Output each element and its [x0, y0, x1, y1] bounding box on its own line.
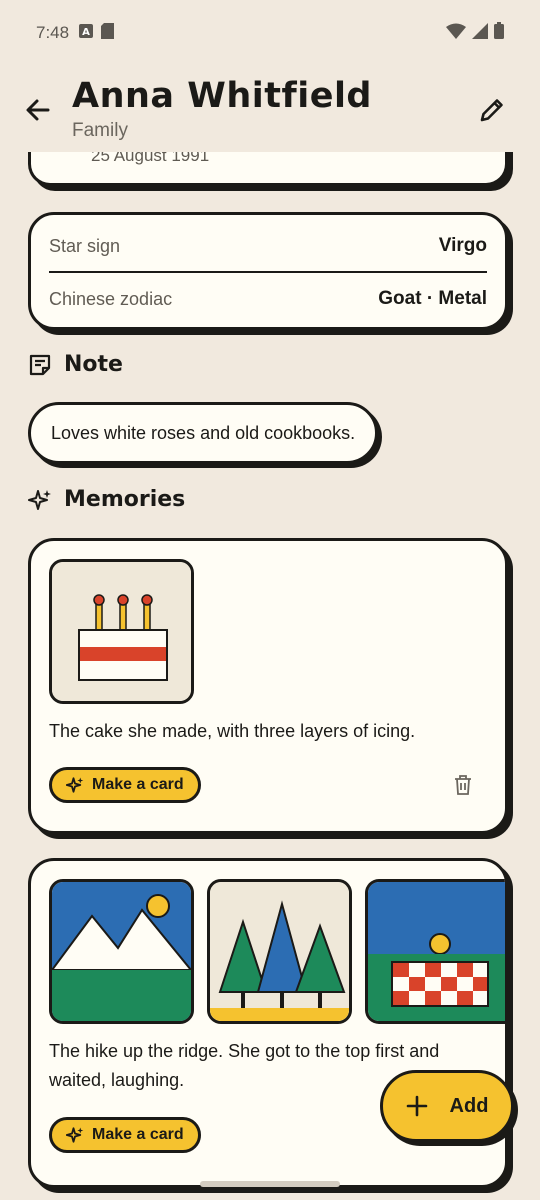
add-label: Add	[449, 1094, 489, 1117]
forest-illustration[interactable]	[207, 879, 352, 1024]
top-app-bar: Anna Whitfield Family	[0, 66, 540, 152]
memory-description: The cake she made, with three layers of …	[49, 721, 416, 741]
star-sign-label: Star sign	[49, 235, 121, 256]
chinese-zodiac-value: Goat · Metal	[378, 288, 487, 309]
sparkle-icon	[28, 489, 51, 510]
star-sign-row: Star sign Virgo	[49, 221, 487, 273]
relationship-label: Family	[72, 120, 128, 141]
make-card-button[interactable]: Make a card	[49, 1117, 201, 1153]
sd-card-icon	[101, 22, 115, 44]
memories-heading: Memories	[64, 487, 186, 512]
sparkle-icon	[66, 777, 84, 793]
add-memory-button[interactable]: Add	[380, 1070, 514, 1142]
trash-icon	[455, 775, 471, 795]
wifi-icon	[446, 23, 466, 44]
status-bar: 7:48 A	[0, 0, 540, 66]
signal-icon	[472, 22, 488, 44]
page-title: Anna Whitfield	[72, 76, 372, 116]
note-section-header: Note	[28, 352, 123, 377]
star-sign-value: Virgo	[438, 235, 487, 256]
note-chip[interactable]: Loves white roses and old cookbooks.	[28, 402, 379, 464]
make-card-label: Make a card	[92, 776, 184, 793]
make-card-button[interactable]: Make a card	[49, 767, 201, 803]
arrow-back-icon	[26, 99, 50, 121]
chinese-zodiac-row: Chinese zodiac Goat · Metal	[49, 273, 487, 325]
battery-icon	[494, 22, 504, 44]
memories-section-header: Memories	[28, 487, 185, 512]
svg-text:A: A	[82, 27, 90, 38]
status-time: 7:48	[36, 23, 70, 42]
plus-icon	[406, 1095, 427, 1117]
note-icon	[29, 354, 51, 375]
cake-illustration[interactable]	[49, 559, 194, 704]
edit-button[interactable]	[476, 94, 508, 126]
make-card-label: Make a card	[92, 1126, 184, 1143]
memory-card[interactable]: The cake she made, with three layers of …	[28, 538, 508, 834]
keyboard-a-icon: A	[79, 23, 94, 43]
back-button[interactable]	[22, 94, 54, 126]
zodiac-card: Star sign Virgo Chinese zodiac Goat · Me…	[28, 212, 508, 330]
sparkle-icon	[66, 1127, 84, 1143]
note-heading: Note	[64, 352, 123, 377]
picnic-illustration[interactable]	[365, 879, 505, 1024]
delete-button[interactable]	[451, 773, 475, 797]
note-text: Loves white roses and old cookbooks.	[51, 422, 356, 443]
pencil-icon	[480, 99, 503, 122]
mountain-illustration[interactable]	[49, 879, 194, 1024]
chinese-zodiac-label: Chinese zodiac	[49, 288, 173, 309]
gesture-bar[interactable]	[200, 1181, 340, 1187]
